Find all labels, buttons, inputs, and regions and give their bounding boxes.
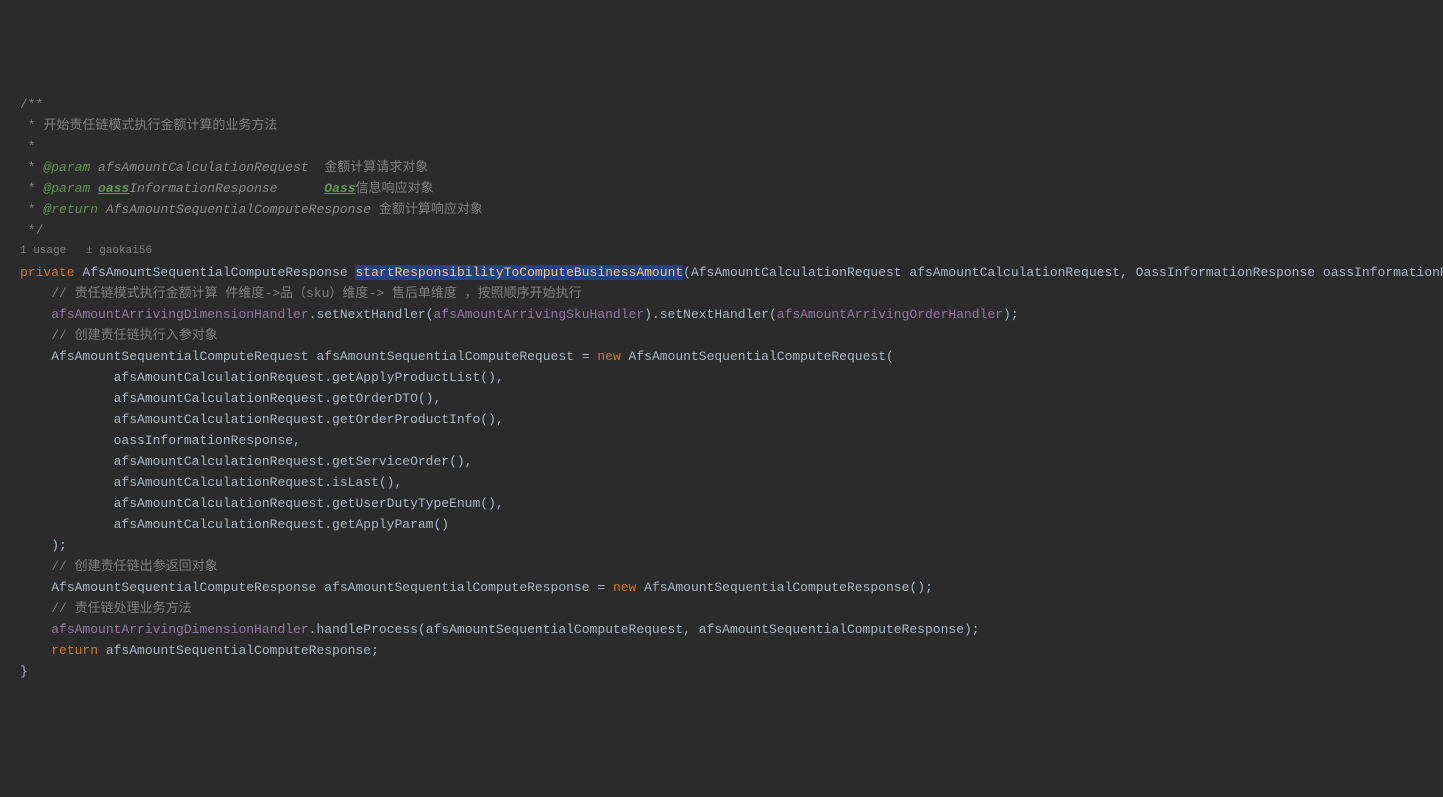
comment-line-4: // 责任链处理业务方法 [20,598,1423,619]
comment-line-1: // 责任链模式执行金额计算 件维度->品（sku）维度-> 售后单维度 ，按照… [20,283,1423,304]
code-editor[interactable]: /** * 开始责任链模式执行金额计算的业务方法 * * @param afsA… [20,94,1423,682]
code-meta: 1 usage ± gaokai56 [20,241,1423,262]
handler-chain: afsAmountArrivingDimensionHandler.setNex… [20,304,1423,325]
doc-desc: * 开始责任链模式执行金额计算的业务方法 [20,115,1423,136]
doc-close: */ [20,220,1423,241]
arg3: afsAmountCalculationRequest.getOrderProd… [20,409,1423,430]
doc-return: * @return AfsAmountSequentialComputeResp… [20,199,1423,220]
arg8: afsAmountCalculationRequest.getApplyPara… [20,514,1423,535]
method-signature: private AfsAmountSequentialComputeRespon… [20,262,1423,283]
ctor-close: ); [20,535,1423,556]
arg5: afsAmountCalculationRequest.getServiceOr… [20,451,1423,472]
doc-param1: * @param afsAmountCalculationRequest 金额计… [20,157,1423,178]
author-name[interactable]: gaokai56 [99,245,152,257]
doc-open: /** [20,94,1423,115]
doc-star: * [20,136,1423,157]
comment-line-3: // 创建责任链出参返回对象 [20,556,1423,577]
response-decl: AfsAmountSequentialComputeResponse afsAm… [20,577,1423,598]
doc-param2: * @param oassInformationResponse Oass信息响… [20,178,1423,199]
method-name: startResponsibilityToComputeBusinessAmou… [355,265,683,280]
arg6: afsAmountCalculationRequest.isLast(), [20,472,1423,493]
author-icon: ± [86,245,93,257]
method-close: } [20,661,1423,682]
arg1: afsAmountCalculationRequest.getApplyProd… [20,367,1423,388]
return-stmt: return afsAmountSequentialComputeRespons… [20,640,1423,661]
usage-count[interactable]: 1 usage [20,245,66,257]
handle-process: afsAmountArrivingDimensionHandler.handle… [20,619,1423,640]
arg7: afsAmountCalculationRequest.getUserDutyT… [20,493,1423,514]
comment-line-2: // 创建责任链执行入参对象 [20,325,1423,346]
arg2: afsAmountCalculationRequest.getOrderDTO(… [20,388,1423,409]
arg4: oassInformationResponse, [20,430,1423,451]
request-decl: AfsAmountSequentialComputeRequest afsAmo… [20,346,1423,367]
